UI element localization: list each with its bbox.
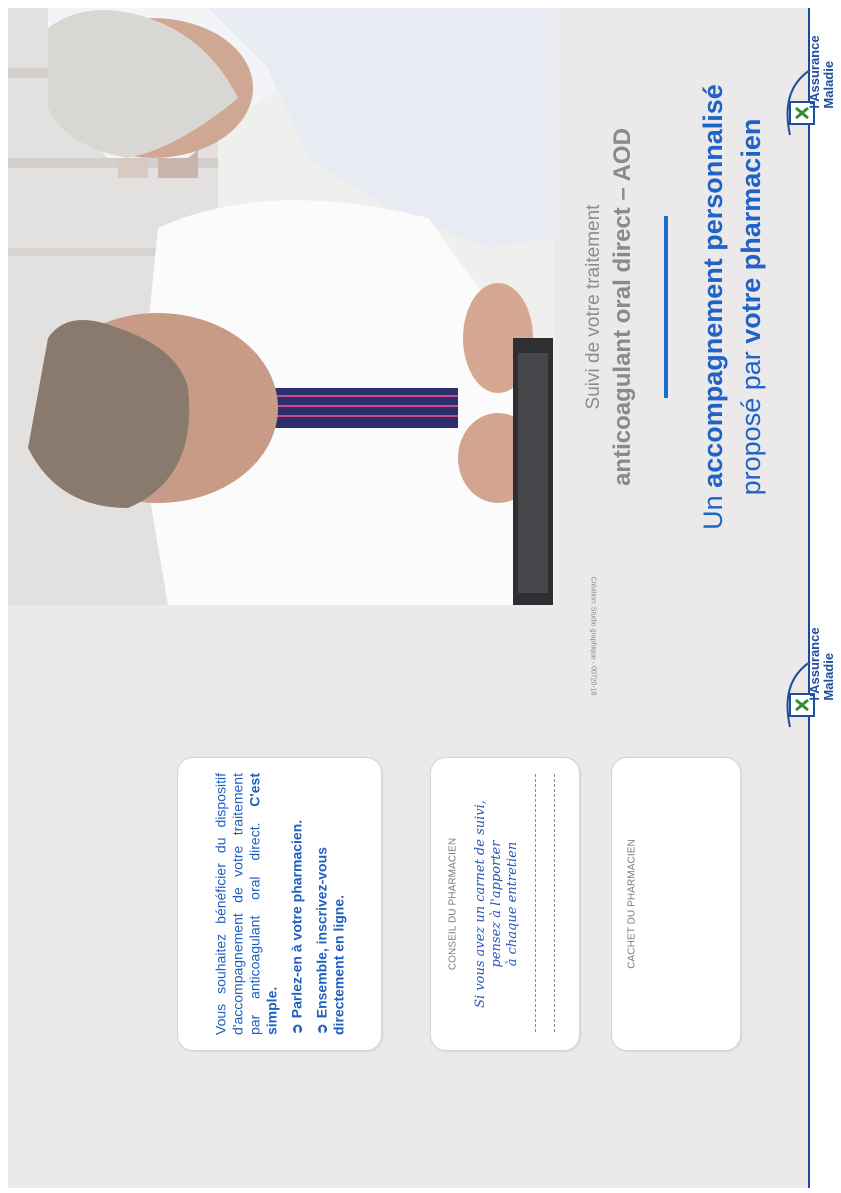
writing-line — [554, 774, 556, 1032]
logo-bottom: l'Assurance Maladie — [770, 602, 840, 742]
bullet-register-line1: Ensemble, inscrivez-vous — [313, 847, 329, 1019]
logo-text: l'Assurance Maladie — [807, 627, 836, 701]
credit-line: Création: Studio graphique - 00720-18 — [589, 576, 597, 696]
arrow-bullet-icon: ➲ — [288, 1023, 304, 1035]
stamp-panel: CACHET DU PHARMACIEN — [611, 757, 741, 1051]
advice-label: CONSEIL DU PHARMACIEN — [447, 837, 459, 971]
advice-text: Si vous avez un carnet de suivi, pensez … — [473, 800, 520, 1008]
cover-text: Suivi de votre traitement anticoagulant … — [582, 27, 782, 587]
headline: Un accompagnement personnalisé proposé p… — [697, 83, 766, 530]
logo-text: l'Assurance Maladie — [807, 35, 836, 109]
product-name: anticoagulant oral direct – AOD — [608, 127, 636, 486]
bullet-talk: Parlez-en à votre pharmacien. — [288, 819, 304, 1019]
info-panel-text: Vous souhaitez bénéficier du dispositif … — [212, 773, 347, 1035]
brand-rail — [808, 8, 810, 1188]
cover-photo — [8, 8, 555, 605]
info-panel: Vous souhaitez bénéficier du dispositif … — [177, 757, 382, 1051]
treatment-kicker: Suivi de votre traitement — [582, 204, 604, 409]
bullet-register-line2: directement en ligne. — [330, 894, 346, 1035]
arrow-bullet-icon: ➲ — [313, 1023, 329, 1035]
logo-top: l'Assurance Maladie — [770, 10, 840, 150]
advice-panel: CONSEIL DU PHARMACIEN Si vous avez un ca… — [430, 757, 580, 1051]
pharmacist-patient-illustration — [8, 8, 555, 605]
title-divider — [663, 215, 668, 398]
stamp-label: CACHET DU PHARMACIEN — [626, 839, 638, 969]
writing-line — [535, 774, 537, 1032]
info-intro: Vous souhaitez bénéficier du dispositif … — [212, 773, 262, 1035]
